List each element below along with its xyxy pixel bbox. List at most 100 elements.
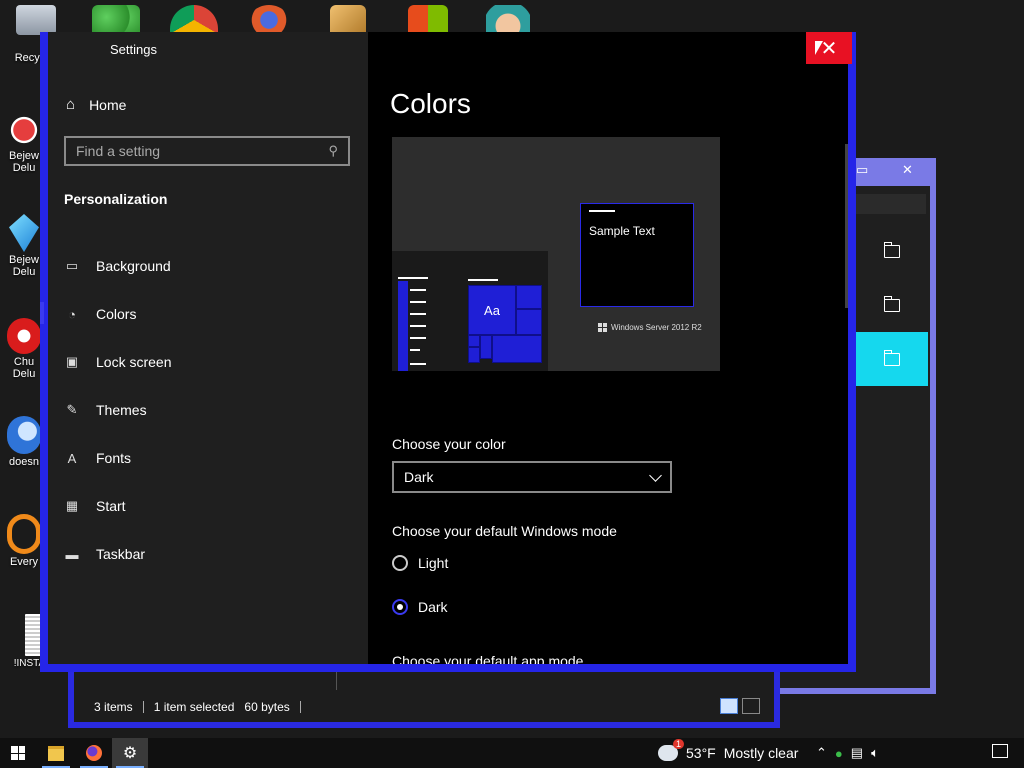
preview-line <box>410 301 426 303</box>
preview-tile <box>516 309 542 335</box>
installer-icon[interactable] <box>330 5 366 35</box>
list-item[interactable] <box>856 278 928 332</box>
preview-line <box>589 210 615 212</box>
divider <box>142 701 144 713</box>
address-bar[interactable] <box>856 194 926 214</box>
desktop-icon-app[interactable]: doesn <box>4 416 44 468</box>
restore-button[interactable]: ▭ <box>856 162 868 178</box>
radio-button[interactable] <box>392 599 408 615</box>
close-icon: ✕ <box>820 37 838 60</box>
preview-tile-text: Aa <box>484 302 500 318</box>
themes-icon: ✎ <box>66 402 78 417</box>
chrome-icon[interactable] <box>170 5 218 35</box>
desktop-icon-bejeweled-2[interactable]: Bejew Delu <box>4 214 44 278</box>
page-title: Colors <box>390 88 471 119</box>
desktop-icon-label: doesn <box>9 456 39 468</box>
preview-app-list <box>398 277 430 371</box>
folder-icon <box>48 745 64 761</box>
network-icon[interactable]: ▤ <box>851 745 863 761</box>
preview-brand: Windows Server 2012 R2 <box>598 323 702 332</box>
close-button[interactable]: ✕ <box>902 162 913 178</box>
taskbar-file-explorer[interactable] <box>38 738 74 768</box>
theme-preview: Aa Sample Text Windows Server 2012 R2 <box>392 137 720 371</box>
palette-icon: ◔ <box>68 306 76 322</box>
search-input[interactable]: Find a setting ⚲ <box>64 136 350 166</box>
bejeweled-icon <box>9 112 39 148</box>
show-hidden-icons-icon[interactable]: ⌃ <box>816 745 827 761</box>
preview-tile <box>468 335 480 347</box>
taskbar-settings[interactable]: ⚙ <box>112 738 148 768</box>
system-tray: ⌃ ● ▤ 🔈︎ <box>816 738 879 768</box>
preview-window: Sample Text <box>580 203 694 307</box>
nav-item-background[interactable]: ▭ Background <box>48 242 368 290</box>
nav-label: Start <box>96 498 126 514</box>
details-view-icon[interactable] <box>720 698 738 714</box>
item-count: 3 items <box>94 700 133 714</box>
nav-label: Background <box>96 258 171 274</box>
section-header: Personalization <box>64 191 168 207</box>
bejeweled-blue-icon <box>9 214 39 252</box>
game-character-icon[interactable] <box>486 5 530 35</box>
user-icon[interactable]: ● <box>835 746 843 761</box>
radio-dark[interactable]: Dark <box>392 599 448 615</box>
nav-item-fonts[interactable]: A Fonts <box>48 434 368 482</box>
folder-icon <box>883 349 900 366</box>
choose-color-dropdown[interactable]: Dark <box>392 461 672 493</box>
choose-color-label: Choose your color <box>392 436 506 452</box>
radio-label: Dark <box>418 599 448 615</box>
preview-tile <box>468 347 480 363</box>
chuzzle-icon <box>7 318 41 354</box>
preview-sample-text: Sample Text <box>589 224 655 238</box>
recycle-bin-icon[interactable] <box>16 5 56 35</box>
desktop-icon-bejeweled[interactable]: Bejew Delu <box>4 112 44 174</box>
radio-label: Light <box>418 555 449 571</box>
home-icon: ⌂ <box>66 96 76 113</box>
start-button[interactable] <box>0 738 36 768</box>
users-app-icon[interactable] <box>92 5 140 35</box>
preview-start-menu: Aa <box>392 251 548 371</box>
volume-icon[interactable]: 🔈︎ <box>871 745 879 761</box>
preview-line <box>410 313 426 315</box>
preview-line <box>410 289 426 291</box>
nav-label: Themes <box>96 402 147 418</box>
notifications-icon[interactable] <box>992 744 1008 758</box>
nav-label: Taskbar <box>96 546 146 562</box>
close-button[interactable]: ✕ <box>806 32 852 64</box>
windows-logo-icon <box>11 746 25 760</box>
nav-item-themes[interactable]: ✎ Themes <box>48 386 368 434</box>
preview-line <box>398 277 428 279</box>
nav-label: Lock screen <box>96 354 172 370</box>
desktop-icon-label: Bejew Delu <box>9 254 39 278</box>
divider <box>299 701 301 713</box>
preview-accent-bar <box>398 281 408 371</box>
desktop-icon-label: Every <box>9 556 39 568</box>
taskbar: ⚙ 1 53°F Mostly clear ⌃ ● ▤ 🔈︎ <box>0 738 1024 768</box>
list-item[interactable] <box>856 224 928 278</box>
scrollbar[interactable] <box>845 144 848 308</box>
weather-icon: 1 <box>658 739 684 761</box>
weather-text: Mostly clear <box>723 745 799 761</box>
radio-light[interactable]: Light <box>392 555 448 571</box>
office-icon[interactable] <box>408 5 448 35</box>
desktop-icon-everything[interactable]: Every <box>4 514 44 568</box>
radio-button[interactable] <box>392 555 408 571</box>
app-icon[interactable] <box>245 5 293 35</box>
large-icons-view-icon[interactable] <box>742 698 760 714</box>
firefox-icon <box>86 745 102 761</box>
taskbar-firefox[interactable] <box>76 738 112 768</box>
home-link[interactable]: ⌂ Home <box>66 96 126 113</box>
desktop-icon-chuzzle[interactable]: Chu Delu <box>4 318 44 380</box>
preview-brand-text: Windows Server 2012 R2 <box>611 323 702 332</box>
taskbar-icon: ▬ <box>65 546 79 562</box>
nav-item-taskbar[interactable]: ▬ Taskbar <box>48 530 368 578</box>
weather-widget[interactable]: 1 53°F Mostly clear <box>658 738 798 768</box>
gear-icon: ⚙ <box>122 745 138 762</box>
nav-item-colors[interactable]: ◔ Colors <box>40 290 368 338</box>
list-item[interactable] <box>856 332 928 386</box>
nav-item-lock-screen[interactable]: ▣ Lock screen <box>48 338 368 386</box>
preview-tile <box>516 285 542 309</box>
nav-item-start[interactable]: ▦ Start <box>48 482 368 530</box>
desktop-icon-label: Chu Delu <box>12 356 36 380</box>
preview-line <box>468 279 498 281</box>
settings-window[interactable]: Settings ⌂ Home Find a setting ⚲ Persona… <box>40 32 856 672</box>
